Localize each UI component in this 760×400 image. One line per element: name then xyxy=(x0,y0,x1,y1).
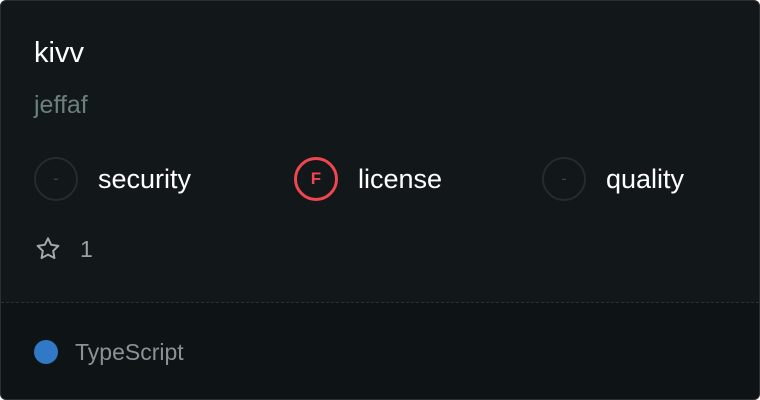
metric-security: - security xyxy=(34,155,191,203)
repo-owner[interactable]: jeffaf xyxy=(34,89,88,121)
repo-name[interactable]: kivv xyxy=(34,35,84,71)
star-count: 1 xyxy=(80,235,93,262)
star-outline-icon xyxy=(34,235,62,263)
repo-card[interactable]: kivv jeffaf - security F license - quali… xyxy=(0,0,760,400)
quality-grade-badge: - xyxy=(542,157,586,201)
security-label: security xyxy=(98,163,192,194)
stars: 1 xyxy=(34,233,93,265)
metric-license: F license xyxy=(294,155,442,203)
card-footer: TypeScript xyxy=(1,303,759,399)
metric-quality: - quality xyxy=(542,155,684,203)
language-name: TypeScript xyxy=(75,338,184,365)
language: TypeScript xyxy=(34,336,184,368)
license-grade-badge: F xyxy=(294,157,338,201)
language-color-dot xyxy=(34,340,58,364)
quality-label: quality xyxy=(606,163,685,194)
metrics-row: - security F license - quality xyxy=(34,155,734,203)
security-grade-badge: - xyxy=(34,157,78,201)
license-label: license xyxy=(358,163,443,194)
